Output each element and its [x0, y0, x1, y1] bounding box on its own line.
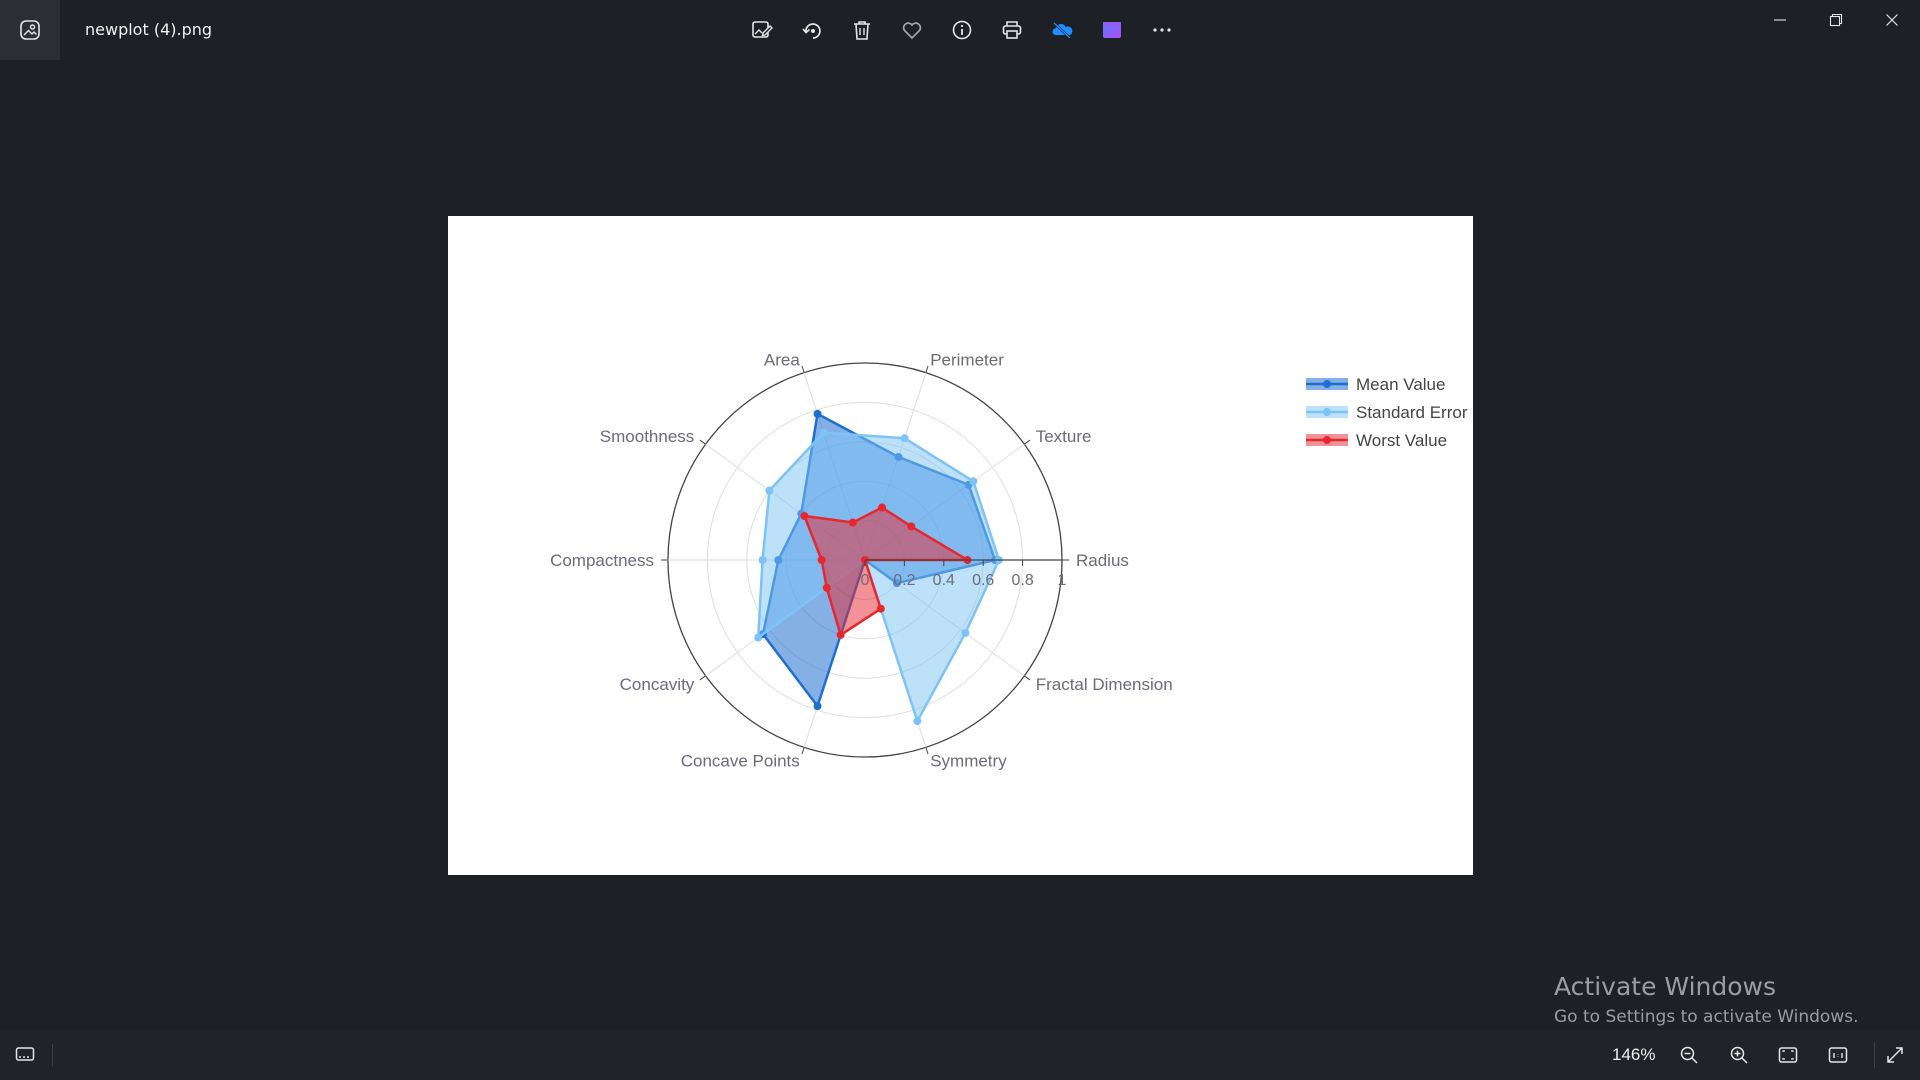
fit-window-icon [1778, 1047, 1798, 1063]
edit-image-button[interactable] [744, 12, 780, 48]
data-point [765, 486, 774, 495]
watermark-title: Activate Windows [1554, 972, 1776, 1001]
data-point [822, 583, 831, 592]
zoom-out-button[interactable] [1674, 1040, 1704, 1070]
data-point [969, 477, 978, 486]
print-button[interactable] [994, 12, 1030, 48]
data-point [848, 518, 857, 527]
trash-icon [854, 21, 870, 40]
expand-icon [1887, 1047, 1903, 1063]
info-icon [952, 20, 972, 40]
axis-label-texture: Texture [1036, 427, 1092, 446]
fullscreen-button[interactable] [1880, 1040, 1910, 1070]
data-point [878, 503, 887, 512]
axis-label-fractal-dimension: Fractal Dimension [1036, 675, 1173, 694]
printer-icon [1002, 21, 1022, 39]
radar-chart: Radius Texture Perimeter Area Smoothness Comp… [550, 350, 1468, 771]
zoom-level[interactable]: 146% [1612, 1045, 1655, 1065]
cloud-icon [1052, 22, 1073, 39]
actual-size-icon [1828, 1047, 1848, 1063]
data-point [961, 628, 970, 637]
legend-marker-1 [1323, 408, 1331, 416]
angular-tick [699, 675, 706, 681]
data-point [876, 604, 885, 613]
axis-label-radius: Radius [1076, 551, 1129, 570]
data-point [836, 630, 845, 639]
window-controls [1752, 0, 1920, 40]
angular-tick [1024, 675, 1031, 681]
rotate-icon [802, 23, 821, 39]
radial-tick-label: 0.2 [893, 572, 915, 589]
angular-tick [699, 439, 706, 445]
activation-watermark: Activate Windows Go to Settings to activ… [1554, 972, 1859, 1027]
data-point [907, 522, 916, 531]
close-button[interactable] [1864, 0, 1920, 40]
filmstrip-icon [15, 1047, 35, 1061]
radial-tick-label: 0 [861, 572, 870, 589]
legend-marker-2 [1323, 436, 1331, 444]
angular-tick [925, 365, 929, 373]
zoom-in-button[interactable] [1724, 1040, 1754, 1070]
minimize-button[interactable] [1752, 0, 1808, 40]
onedrive-button[interactable] [1044, 12, 1080, 48]
axis-label-area: Area [764, 350, 800, 369]
data-point [758, 556, 767, 564]
angular-tick [801, 747, 805, 755]
data-point [819, 428, 828, 437]
delete-button[interactable] [844, 12, 880, 48]
axis-label-perimeter: Perimeter [930, 350, 1004, 369]
restore-icon [1829, 13, 1843, 27]
data-point [817, 556, 826, 564]
axis-label-concave-points: Concave Points [681, 752, 800, 771]
minimize-icon [1774, 19, 1786, 21]
more-icon [1153, 28, 1171, 32]
axis-label-concavity: Concavity [620, 675, 695, 694]
data-point [913, 717, 922, 726]
angular-tick [1024, 439, 1031, 445]
heart-icon [902, 22, 922, 40]
data-point [900, 434, 909, 443]
toolbar [744, 12, 1180, 48]
radial-tick-label: 0.4 [933, 572, 955, 589]
axis-label-symmetry: Symmetry [930, 752, 1007, 771]
actual-size-button[interactable] [1823, 1040, 1853, 1070]
more-button[interactable] [1144, 12, 1180, 48]
data-point [754, 633, 763, 642]
legend-label-1: Standard Error [1356, 403, 1468, 422]
status-bar: 146% [0, 1030, 1920, 1080]
radial-tick-label: 0.6 [972, 572, 994, 589]
restore-button[interactable] [1808, 0, 1864, 40]
favorite-button[interactable] [894, 12, 930, 48]
axis-label-compactness: Compactness [550, 551, 654, 570]
file-name: newplot (4).png [85, 20, 213, 39]
angular-tick [801, 365, 805, 373]
zoom-in-icon [1730, 1046, 1748, 1064]
filmstrip-button[interactable] [10, 1040, 40, 1070]
clapper-icon [1103, 22, 1121, 38]
title-bar: newplot (4).png [0, 0, 1920, 60]
data-point [800, 511, 809, 520]
axis-label-smoothness: Smoothness [600, 427, 695, 446]
data-point [813, 702, 822, 711]
fit-to-window-button[interactable] [1773, 1040, 1803, 1070]
edit-image-icon [752, 21, 773, 38]
radial-tick-label: 0.8 [1011, 572, 1033, 589]
close-icon [1886, 14, 1898, 26]
clipchamp-button[interactable] [1094, 12, 1130, 48]
zoom-out-icon [1680, 1046, 1698, 1064]
rotate-button[interactable] [794, 12, 830, 48]
data-point [813, 409, 822, 418]
photos-app-icon [20, 20, 40, 40]
radial-tick-label: 1 [1058, 572, 1067, 589]
angular-tick [925, 747, 929, 755]
legend-marker-0 [1323, 380, 1331, 388]
image-canvas[interactable]: Radius Texture Perimeter Area Smoothness Comp… [448, 216, 1473, 875]
legend-label-0: Mean Value [1356, 375, 1445, 394]
divider [52, 1044, 53, 1066]
divider [1874, 1042, 1875, 1068]
legend-label-2: Worst Value [1356, 431, 1447, 450]
app-menu-button[interactable] [0, 0, 60, 60]
watermark-subtitle: Go to Settings to activate Windows. [1554, 1007, 1859, 1027]
info-button[interactable] [944, 12, 980, 48]
